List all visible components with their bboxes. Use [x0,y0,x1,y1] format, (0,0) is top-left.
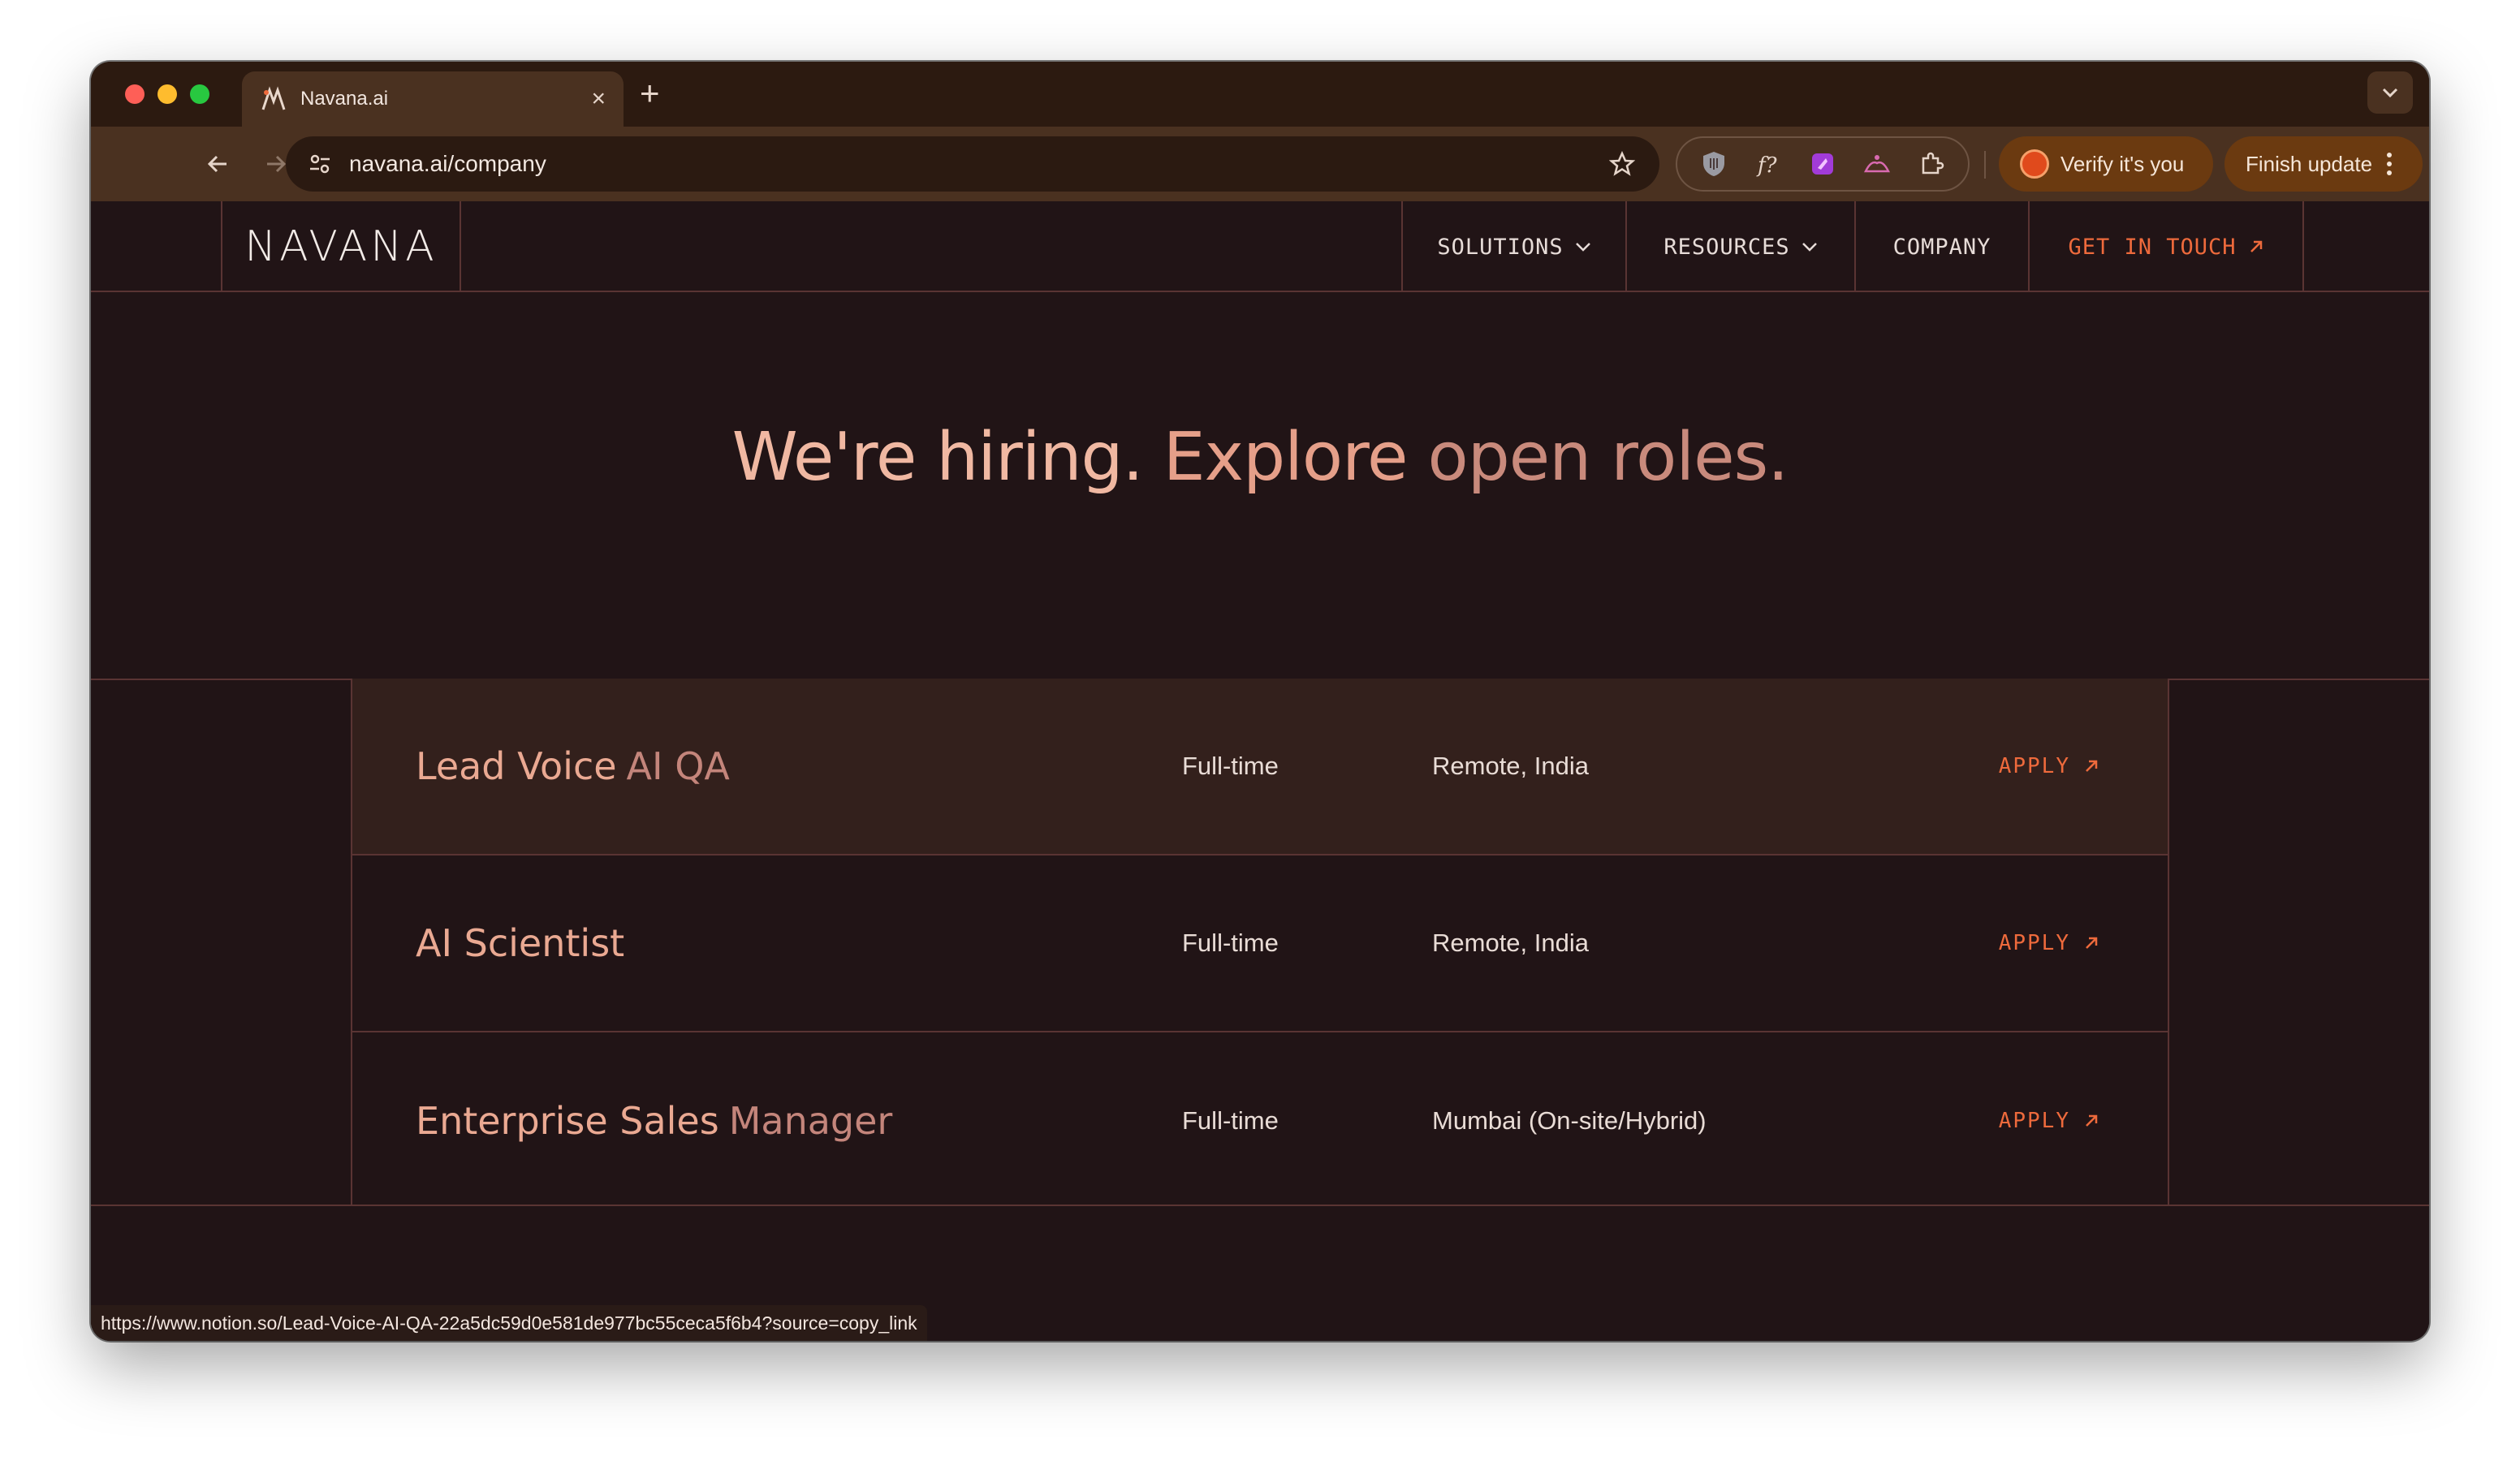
puzzle-extensions-icon[interactable] [1915,148,1948,180]
apply-label: APPLY [1998,931,2070,955]
link-status-bar: https://www.notion.so/Lead-Voice-AI-QA-2… [91,1305,927,1341]
finish-update-label: Finish update [2246,151,2373,176]
role-type: Full-time [1182,752,1279,780]
nav-company-label: COMPANY [1892,234,1991,260]
close-tab-icon[interactable]: × [591,87,606,111]
role-type: Full-time [1182,1106,1279,1135]
chevron-down-icon [1575,243,1590,252]
nav-resources[interactable]: RESOURCES [1625,201,1854,292]
apply-link[interactable]: APPLY [1999,679,2099,854]
apply-link[interactable]: APPLY [1999,855,2099,1031]
role-location: Remote, India [1432,752,1589,780]
site-settings-icon[interactable] [302,146,338,182]
purple-extension-icon[interactable] [1806,148,1839,180]
role-row[interactable]: AI Scientist Full-time Remote, India APP… [352,855,2168,1032]
role-title-accent: AI QA [626,744,730,788]
get-in-touch-button[interactable]: GET IN TOUCH [2028,201,2304,292]
nav-resources-label: RESOURCES [1663,234,1790,260]
site-header: NAVANA SOLUTIONS RESOURCES COMPANY GET I… [91,201,2429,292]
address-bar[interactable]: navana.ai/company [286,136,1659,192]
back-arrow-icon[interactable] [201,148,234,180]
finish-update-button[interactable]: Finish update [2224,136,2423,192]
hero-title-part-c: open roles. [1427,419,1789,496]
apply-label: APPLY [1998,1109,2070,1133]
svg-text:f?: f? [1756,153,1778,178]
arrow-up-right-icon [2086,760,2098,772]
browser-toolbar: navana.ai/company f? Verify it's you Fin… [91,127,2429,201]
extensions-group: f? [1676,136,1970,192]
hero-title-part-b: Explore [1163,419,1409,496]
navana-favicon-icon [260,85,287,113]
arrow-up-right-icon [2086,1114,2098,1127]
chevron-down-icon [2382,88,2398,98]
arrow-up-right-icon [2086,937,2098,949]
get-in-touch-label: GET IN TOUCH [2068,234,2237,260]
profile-avatar-icon [2020,149,2049,179]
more-menu-icon[interactable] [2387,153,2393,175]
role-type: Full-time [1182,929,1279,957]
role-title: Lead Voice AI QA [416,679,730,854]
role-title-main: Lead Voice [416,744,617,788]
role-title-accent: Manager [728,1099,893,1143]
nav-solutions[interactable]: SOLUTIONS [1401,201,1625,292]
tab-title: Navana.ai [300,88,389,110]
open-roles-list: Lead Voice AI QA Full-time Remote, India… [351,679,2169,1206]
new-tab-icon[interactable]: + [640,76,660,110]
role-title: Enterprise Sales Manager [416,1032,892,1209]
minimize-window-button[interactable] [158,84,177,104]
logo-link[interactable]: NAVANA [221,201,461,292]
nav-solutions-label: SOLUTIONS [1437,234,1564,260]
chevron-down-icon [1802,243,1817,252]
arrow-up-right-icon [2250,240,2262,252]
role-location: Mumbai (On-site/Hybrid) [1432,1106,1707,1135]
web-page: NAVANA SOLUTIONS RESOURCES COMPANY GET I… [91,201,2429,1341]
hero-title-part-a: We're hiring. [731,419,1144,496]
nav-company[interactable]: COMPANY [1854,201,2028,292]
toolbar-separator [1984,151,1986,179]
close-window-button[interactable] [125,84,145,104]
role-row[interactable]: Enterprise Sales Manager Full-time Mumba… [352,1032,2168,1209]
role-row[interactable]: Lead Voice AI QA Full-time Remote, India… [352,679,2168,855]
role-location: Remote, India [1432,929,1589,957]
tab-search-button[interactable] [2367,71,2413,114]
tab-bar: Navana.ai × + [91,62,2429,127]
page-title: We're hiring. Explore open roles. [91,419,2429,496]
tab-navana[interactable]: Navana.ai × [242,71,624,127]
maximize-window-button[interactable] [190,84,209,104]
shield-extension-icon[interactable] [1698,148,1730,180]
role-title-main: Enterprise Sales [416,1099,719,1143]
role-title-main: AI Scientist [416,921,625,965]
verify-identity-button[interactable]: Verify it's you [1999,136,2213,192]
browser-window: Navana.ai × + navana.ai/company f? Verif… [91,62,2429,1341]
font-extension-icon[interactable]: f? [1752,148,1784,180]
verify-label: Verify it's you [2060,151,2185,176]
bookmark-star-icon[interactable] [1604,146,1640,182]
apply-link[interactable]: APPLY [1999,1032,2099,1209]
url-text: navana.ai/company [349,151,546,176]
crown-extension-icon[interactable] [1861,148,1893,180]
navana-logo: NAVANA [244,222,438,271]
apply-label: APPLY [1998,754,2070,778]
role-title: AI Scientist [416,855,634,1031]
